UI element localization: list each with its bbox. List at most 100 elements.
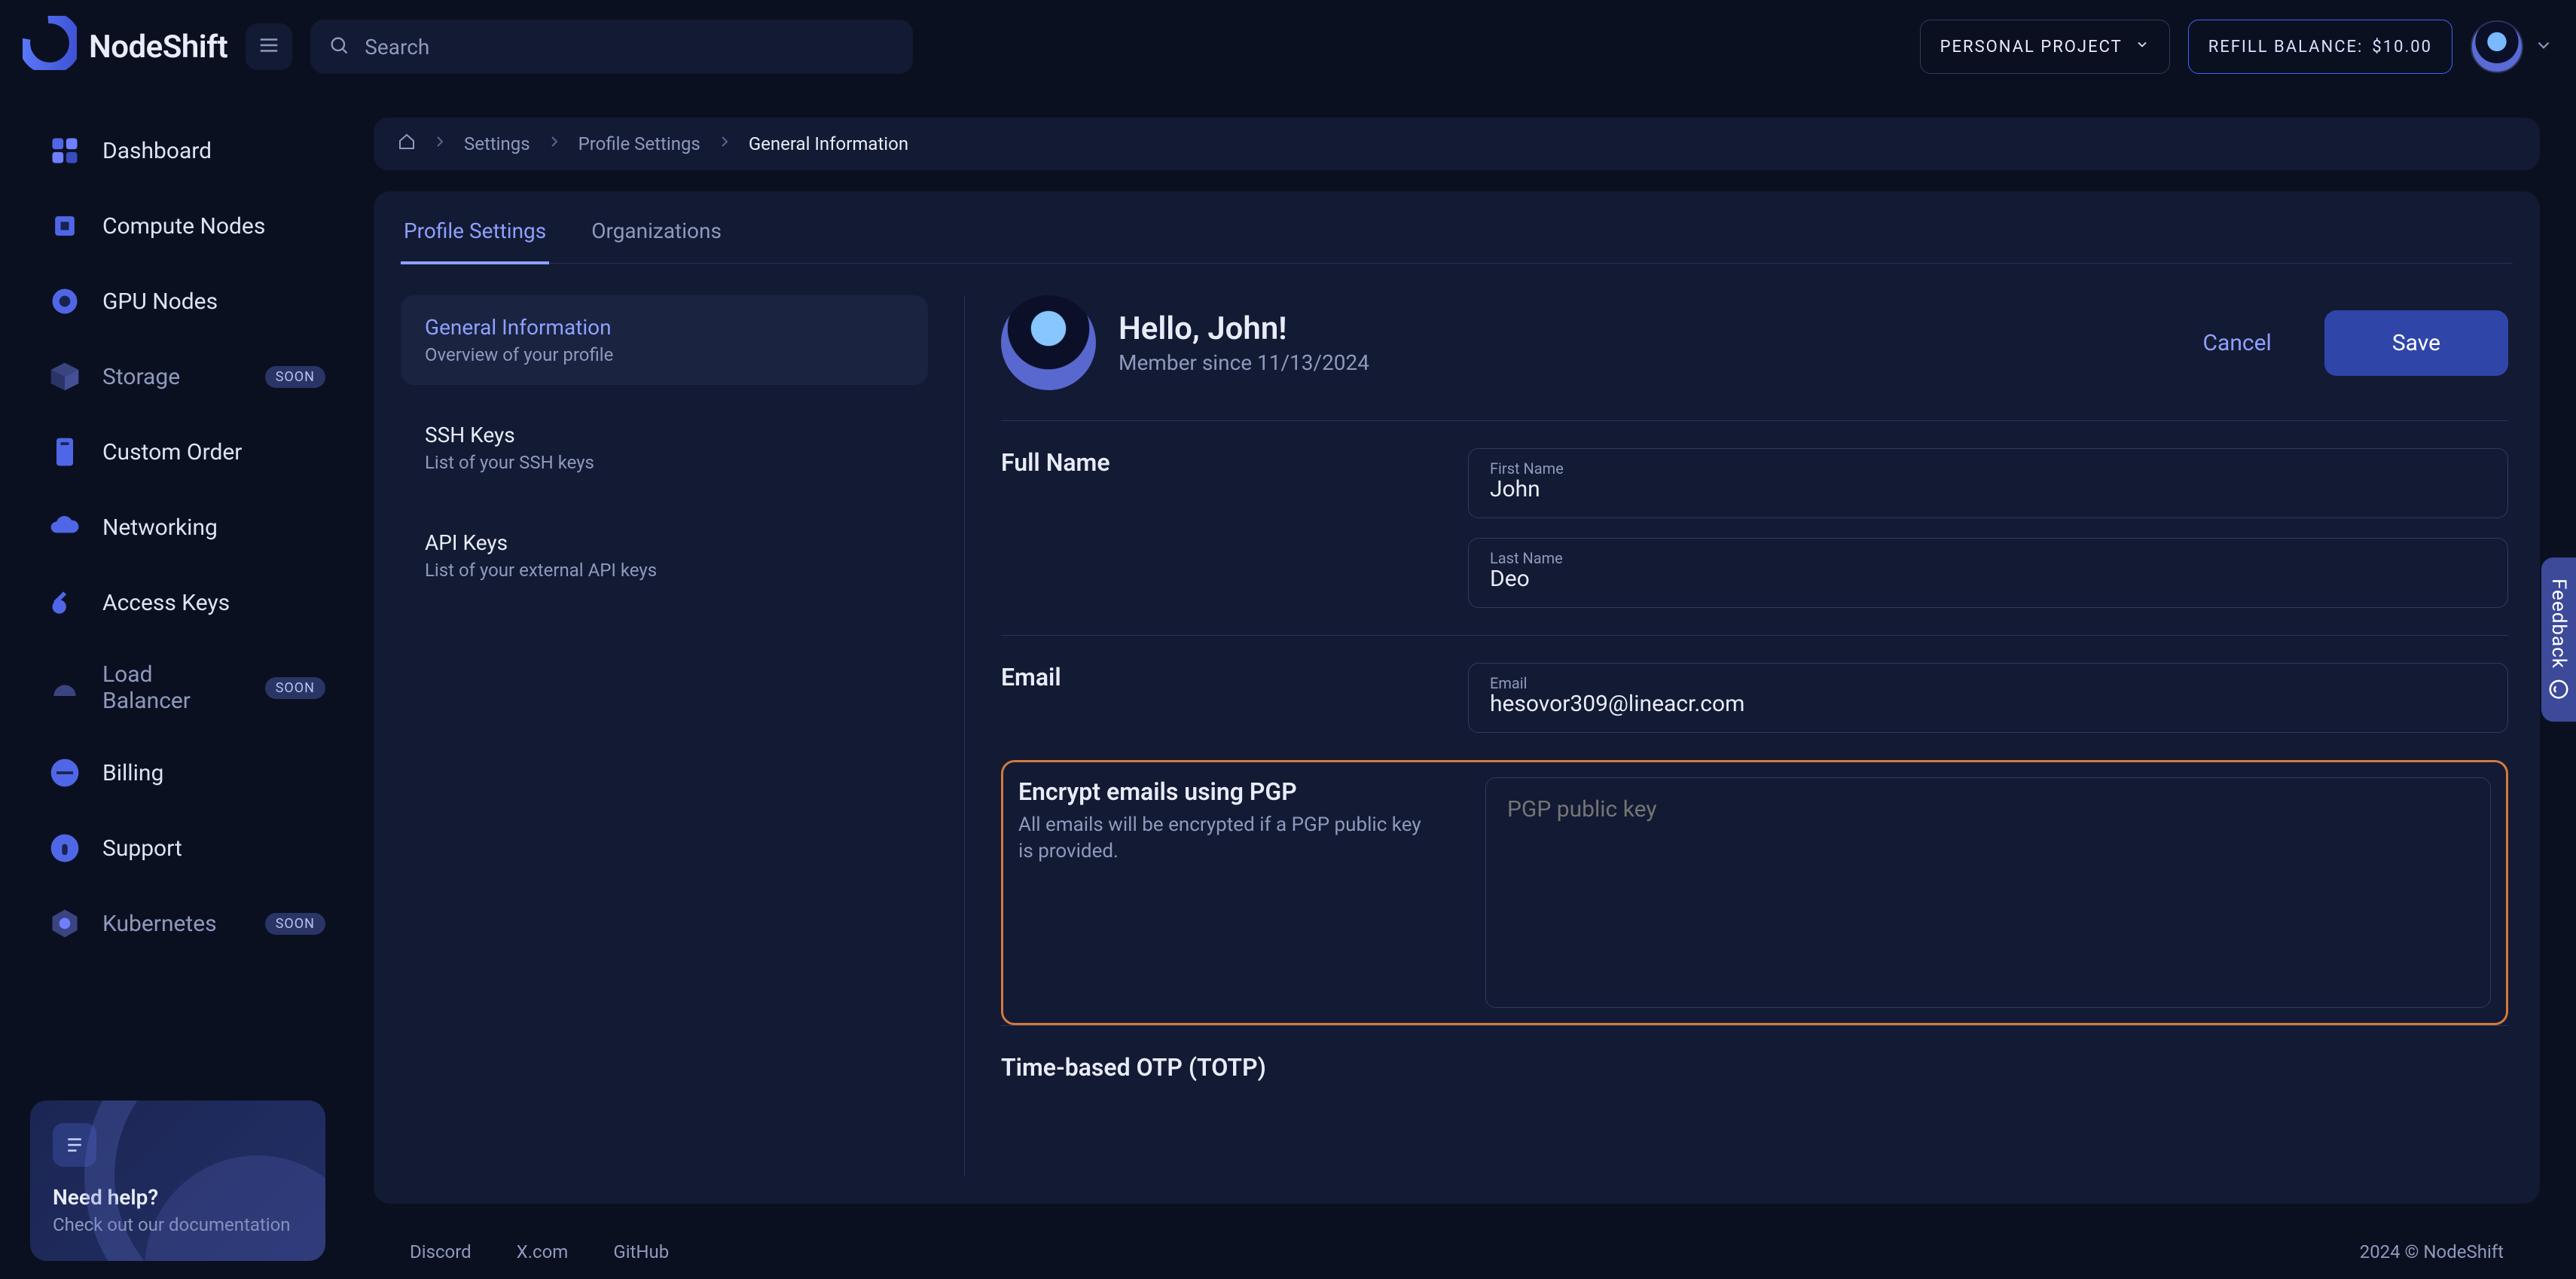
chevron-right-icon: [545, 133, 563, 155]
pgp-subtitle: All emails will be encrypted if a PGP pu…: [1018, 812, 1440, 865]
sidebar-item-dashboard[interactable]: Dashboard: [30, 114, 343, 187]
refill-label: REFILL BALANCE:: [2208, 38, 2364, 56]
breadcrumb-settings[interactable]: Settings: [464, 133, 530, 154]
footer-link-discord[interactable]: Discord: [410, 1241, 472, 1262]
footer-link-xcom[interactable]: X.com: [517, 1241, 569, 1262]
menu-toggle-button[interactable]: [246, 23, 292, 70]
footer-link-github[interactable]: GitHub: [613, 1241, 669, 1262]
subnav-item-title: General Information: [425, 315, 904, 340]
divider: [964, 295, 965, 1177]
profile-avatar: [1001, 295, 1096, 390]
breadcrumb: Settings Profile Settings General Inform…: [374, 118, 2540, 170]
help-title: Need help?: [53, 1185, 303, 1210]
sidebar-item-label: Kubernetes: [102, 911, 217, 937]
project-selector-label: PERSONAL PROJECT: [1940, 38, 2123, 56]
search-icon: [328, 35, 349, 59]
greeting: Hello, John!: [1119, 310, 1369, 347]
key-icon: [48, 586, 81, 619]
first-name-input[interactable]: [1469, 449, 2507, 517]
sidebar-item-load-balancer[interactable]: Load Balancer SOON: [30, 642, 343, 734]
email-input[interactable]: [1469, 664, 2507, 732]
sidebar: Dashboard Compute Nodes GPU Nodes Storag…: [0, 93, 359, 1279]
sidebar-item-billing[interactable]: Billing: [30, 737, 343, 809]
pgp-title: Encrypt emails using PGP: [1018, 777, 1440, 806]
sidebar-item-compute[interactable]: Compute Nodes: [30, 190, 343, 262]
custom-order-icon: [48, 435, 81, 469]
last-name-input[interactable]: [1469, 539, 2507, 607]
tab-organizations[interactable]: Organizations: [588, 218, 725, 264]
refill-amount: $10.00: [2372, 38, 2432, 56]
footer-copyright: 2024 © NodeShift: [2360, 1241, 2504, 1262]
home-icon: [398, 134, 416, 155]
search-input[interactable]: [363, 34, 895, 60]
subnav-ssh-keys[interactable]: SSH Keys List of your SSH keys: [401, 403, 928, 493]
kubernetes-icon: [48, 907, 81, 940]
feedback-icon: [2547, 678, 2570, 701]
email-label: Email: [1490, 674, 1528, 692]
subnav-item-title: API Keys: [425, 530, 904, 555]
feedback-label: Feedback: [2547, 578, 2570, 669]
feedback-button[interactable]: Feedback: [2541, 557, 2576, 722]
soon-badge: SOON: [265, 366, 325, 388]
section-label-email: Email: [1001, 663, 1423, 691]
help-card[interactable]: Need help? Check out our documentation: [30, 1100, 325, 1261]
sidebar-item-label: Storage: [102, 364, 180, 390]
subnav-api-keys[interactable]: API Keys List of your external API keys: [401, 511, 928, 600]
menu-icon: [258, 34, 280, 60]
subnav-item-subtitle: List of your external API keys: [425, 560, 904, 581]
cpu-icon: [48, 209, 81, 243]
subnav-item-subtitle: Overview of your profile: [425, 344, 904, 365]
breadcrumb-profile-settings[interactable]: Profile Settings: [578, 133, 700, 154]
storage-icon: [48, 360, 81, 393]
soon-badge: SOON: [265, 677, 325, 699]
soon-badge: SOON: [265, 913, 325, 935]
brand-logo[interactable]: NodeShift: [23, 16, 227, 78]
sidebar-item-label: GPU Nodes: [102, 288, 218, 315]
cloud-icon: [48, 511, 81, 544]
user-menu[interactable]: [2471, 20, 2553, 73]
refill-balance-button[interactable]: REFILL BALANCE: $10.00: [2188, 20, 2452, 74]
breadcrumb-current: General Information: [749, 133, 908, 154]
first-name-label: First Name: [1490, 459, 1564, 478]
sidebar-item-label: Support: [102, 835, 182, 862]
chevron-down-icon: [2135, 37, 2150, 56]
brand-logo-icon: [23, 16, 77, 78]
help-subtitle: Check out our documentation: [53, 1214, 303, 1235]
sidebar-item-networking[interactable]: Networking: [30, 491, 343, 563]
subnav-item-subtitle: List of your SSH keys: [425, 452, 904, 473]
search-bar[interactable]: [310, 20, 913, 74]
email-field-wrap: Email: [1468, 663, 2508, 733]
member-since: Member since 11/13/2024: [1119, 350, 1369, 375]
sidebar-item-label: Custom Order: [102, 439, 242, 466]
sidebar-item-support[interactable]: Support: [30, 812, 343, 884]
subnav-general-info[interactable]: General Information Overview of your pro…: [401, 295, 928, 385]
chevron-right-icon: [716, 133, 734, 155]
user-avatar: [2471, 20, 2523, 73]
save-button[interactable]: Save: [2324, 310, 2508, 376]
cancel-button[interactable]: Cancel: [2170, 310, 2305, 376]
pgp-field-wrap: [1485, 777, 2491, 1008]
sidebar-item-access-keys[interactable]: Access Keys: [30, 566, 343, 639]
tabs: Profile Settings Organizations: [401, 191, 2513, 264]
sidebar-item-label: Dashboard: [102, 138, 212, 164]
doc-icon: [53, 1123, 96, 1167]
sidebar-item-label: Compute Nodes: [102, 213, 265, 240]
breadcrumb-home[interactable]: [398, 133, 416, 155]
subnav-item-title: SSH Keys: [425, 423, 904, 447]
load-balancer-icon: [48, 671, 81, 704]
settings-subnav: General Information Overview of your pro…: [401, 295, 928, 1177]
sidebar-item-storage[interactable]: Storage SOON: [30, 340, 343, 413]
tab-profile-settings[interactable]: Profile Settings: [401, 218, 549, 264]
sidebar-item-kubernetes[interactable]: Kubernetes SOON: [30, 887, 343, 960]
sidebar-item-label: Load Balancer: [102, 661, 244, 714]
support-icon: [48, 832, 81, 865]
sidebar-item-label: Access Keys: [102, 590, 230, 616]
pgp-textarea[interactable]: [1486, 778, 2490, 1004]
billing-icon: [48, 756, 81, 789]
last-name-label: Last Name: [1490, 549, 1563, 567]
totp-title: Time-based OTP (TOTP): [1001, 1053, 1423, 1082]
gpu-icon: [48, 285, 81, 318]
sidebar-item-gpu[interactable]: GPU Nodes: [30, 265, 343, 337]
project-selector[interactable]: PERSONAL PROJECT: [1920, 20, 2170, 74]
sidebar-item-custom-order[interactable]: Custom Order: [30, 416, 343, 488]
